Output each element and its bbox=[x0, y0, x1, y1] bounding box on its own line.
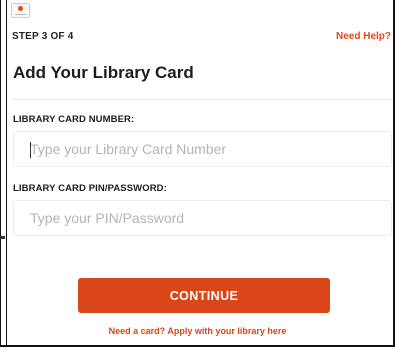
frame-left-border bbox=[0, 0, 7, 347]
page-title: Add Your Library Card bbox=[13, 63, 194, 82]
need-help-link[interactable]: Need Help? bbox=[336, 31, 391, 42]
card-number-label: LIBRARY CARD NUMBER: bbox=[13, 114, 135, 125]
continue-button[interactable]: CONTINUE bbox=[78, 278, 330, 313]
pin-field-box[interactable] bbox=[13, 200, 392, 236]
apply-for-card-link[interactable]: Need a card? Apply with your library her… bbox=[0, 326, 395, 336]
card-number-input[interactable] bbox=[14, 132, 391, 166]
app-frame: STEP 3 OF 4 Need Help? Add Your Library … bbox=[0, 0, 395, 350]
card-number-field-box[interactable] bbox=[13, 131, 392, 167]
text-caret bbox=[30, 142, 31, 158]
title-divider bbox=[12, 99, 393, 100]
pin-input[interactable] bbox=[14, 201, 391, 235]
frame-bottom-border bbox=[0, 345, 395, 347]
side-marker bbox=[0, 236, 5, 239]
app-logo-icon bbox=[11, 3, 30, 18]
logo-dot bbox=[18, 6, 23, 11]
step-indicator: STEP 3 OF 4 bbox=[12, 31, 74, 42]
pin-label: LIBRARY CARD PIN/PASSWORD: bbox=[13, 183, 167, 194]
logo-line bbox=[15, 14, 26, 15]
